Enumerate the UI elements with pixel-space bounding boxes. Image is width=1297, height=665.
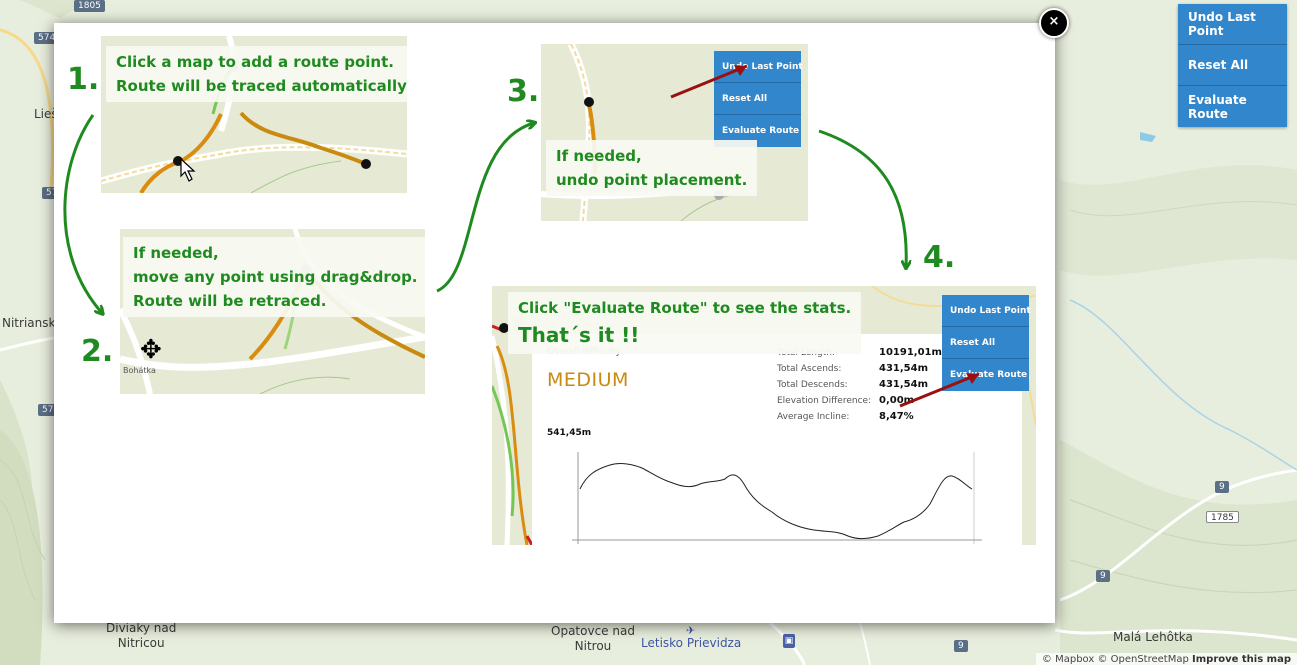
step-number-4: 4. [923, 240, 956, 275]
step-3-callout: If needed, undo point placement. [546, 140, 758, 196]
reset-all-button[interactable]: Reset All [1178, 45, 1287, 86]
place-label-mala-lehotka: Malá Lehôtka [1113, 630, 1193, 644]
place-label-diviaky-line1: Diviaky nad [106, 621, 177, 635]
road-shield-9: 9 [1215, 481, 1229, 493]
help-modal: 1. 2. 3. 4. Click a map to add a route p… [54, 23, 1055, 623]
place-label-nitrianske: Nitriansk [2, 316, 56, 330]
step-3-line-1: If needed, [556, 147, 642, 165]
step-1-screenshot: Click a map to add a route point. Route … [101, 36, 407, 193]
close-modal-button[interactable]: × [1039, 8, 1069, 38]
move-cursor-icon: ✥ [140, 335, 162, 365]
step-2-line-1: If needed, [133, 244, 219, 262]
step-3-line-2: undo point placement. [556, 171, 748, 189]
step-2-line-3: Route will be retraced. [133, 292, 327, 310]
route-controls-panel: Undo Last Point Reset All Evaluate Route [1178, 4, 1287, 127]
step-4-screenshot: Overall difficulty: MEDIUM 541,45m Total… [492, 286, 1036, 545]
step-2-place-label: Bohátka [123, 366, 156, 375]
step-number-2: 2. [81, 334, 114, 369]
place-label-opatovce: Opatovce nad Nitrou [551, 624, 635, 654]
arrow-1-to-2 [63, 114, 102, 313]
airport-label: Letisko Prievidza [641, 636, 742, 650]
step-number-1: 1. [67, 62, 100, 97]
step-1-line-2: Route will be traced automatically. [116, 77, 407, 95]
place-label-diviaky: Diviaky nad Nitricou [106, 621, 176, 651]
arrow-2-to-3 [436, 123, 534, 293]
map-attribution: © Mapbox © OpenStreetMap Improve this ma… [1035, 653, 1297, 665]
place-label-opatovce-line2: Nitrou [574, 639, 612, 653]
arrow-3-to-4 [818, 129, 906, 267]
improve-map-link[interactable]: Improve this map [1192, 654, 1291, 665]
evaluate-route-button[interactable]: Evaluate Route [1178, 86, 1287, 127]
attribution-text: © Mapbox © OpenStreetMap [1041, 654, 1189, 665]
train-station-icon: ▣ [783, 634, 795, 648]
place-label-diviaky-line2: Nitricou [117, 636, 165, 650]
road-shield-9-b: 9 [1096, 570, 1110, 582]
road-shield-1785: 1785 [1206, 511, 1239, 523]
step-3-screenshot: Undo Last Point Reset All Evaluate Route… [541, 44, 808, 221]
step-2-line-2: move any point using drag&drop. [133, 268, 418, 286]
road-shield-9-c: 9 [954, 640, 968, 652]
road-shield-1805: 1805 [74, 0, 105, 12]
step-2-screenshot: ✥ Bohátka If needed, move any point usin… [120, 229, 425, 394]
step-1-callout: Click a map to add a route point. Route … [106, 46, 407, 102]
step-number-3: 3. [507, 74, 540, 109]
step-2-callout: If needed, move any point using drag&dro… [123, 237, 425, 317]
undo-last-point-button[interactable]: Undo Last Point [1178, 4, 1287, 45]
step-4-pointer-arrow [899, 372, 980, 408]
place-label-opatovce-line1: Opatovce nad [551, 624, 635, 638]
step-1-line-1: Click a map to add a route point. [116, 53, 394, 71]
